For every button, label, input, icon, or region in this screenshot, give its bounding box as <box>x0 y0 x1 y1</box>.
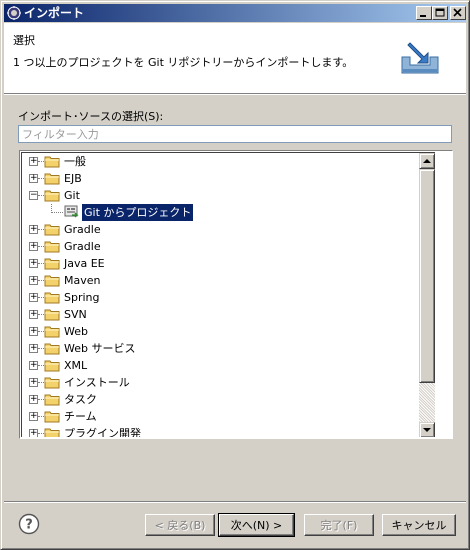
tree-item[interactable]: + 一般 <box>22 153 418 170</box>
maximize-button[interactable] <box>432 6 448 20</box>
back-button[interactable]: < 戻る(B) <box>145 514 215 536</box>
tree-item-label: プラグイン開発 <box>64 427 141 437</box>
tree-item-label: Maven <box>64 274 101 287</box>
title-bar[interactable]: インポート <box>4 4 466 22</box>
scroll-down-button[interactable] <box>419 422 435 437</box>
expand-icon[interactable]: + <box>29 293 38 302</box>
tree-item[interactable]: + SVN <box>22 306 418 323</box>
import-wizard-icon <box>401 42 439 74</box>
expand-icon[interactable]: + <box>29 361 38 370</box>
arrow-up-icon <box>423 159 431 163</box>
tree-item[interactable]: + Maven <box>22 272 418 289</box>
expand-icon[interactable]: + <box>29 429 38 437</box>
tree-item-label: Gradle <box>64 240 101 253</box>
window-title: インポート <box>24 6 85 20</box>
tree-item[interactable]: + Java EE <box>22 255 418 272</box>
minimize-icon <box>420 15 426 17</box>
page-description: 1 つ以上のプロジェクトを Git リポジトリーからインポートします。 <box>13 56 354 69</box>
tree-item[interactable]: + Web <box>22 323 418 340</box>
expand-icon[interactable]: + <box>29 276 38 285</box>
next-button[interactable]: 次へ(N) > <box>218 513 295 537</box>
expand-icon[interactable]: + <box>29 378 38 387</box>
tree-child-item[interactable]: Git からプロジェクト <box>22 204 418 221</box>
scroll-thumb[interactable] <box>419 169 435 383</box>
help-icon[interactable]: ? <box>18 513 40 535</box>
import-source-label: インポート･ソースの選択(S): <box>18 110 164 123</box>
expand-icon[interactable]: + <box>29 310 38 319</box>
eclipse-app-icon <box>7 6 21 20</box>
folder-icon <box>44 426 60 437</box>
scroll-up-button[interactable] <box>419 153 435 169</box>
tree-item-label: Git からプロジェクト <box>82 204 194 221</box>
tree-item-label: インストール <box>64 376 130 389</box>
header-separator <box>4 94 466 95</box>
arrow-down-icon <box>423 428 431 432</box>
tree-item[interactable]: + プラグイン開発 <box>22 425 418 437</box>
tree-item[interactable]: − Git <box>22 187 418 204</box>
expand-icon[interactable]: + <box>29 157 38 166</box>
close-button[interactable] <box>450 6 466 20</box>
import-source-tree: + 一般 + EJB − Git Git からプロジェクト + Gradle + Gradle + Ja… <box>19 150 453 439</box>
tree-item[interactable]: + Gradle <box>22 238 418 255</box>
tree-item[interactable]: + EJB <box>22 170 418 187</box>
tree-item[interactable]: + XML <box>22 357 418 374</box>
tree-item[interactable]: + チーム <box>22 408 418 425</box>
tree-item-label: Spring <box>64 291 100 304</box>
collapse-icon[interactable]: − <box>29 191 38 200</box>
footer-separator-highlight <box>4 502 466 503</box>
page-title: 選択 <box>13 34 35 47</box>
tree-item-label: Web サービス <box>64 342 136 355</box>
tree-item[interactable]: + インストール <box>22 374 418 391</box>
tree-item-label: XML <box>64 359 88 372</box>
expand-icon[interactable]: + <box>29 174 38 183</box>
tree-item-label: タスク <box>64 393 97 406</box>
tree-item-label: Git <box>64 189 80 202</box>
minimize-button[interactable] <box>416 6 432 20</box>
tree-item-label: 一般 <box>64 155 86 168</box>
close-icon <box>453 8 462 17</box>
svg-text:?: ? <box>25 518 33 533</box>
expand-icon[interactable]: + <box>29 259 38 268</box>
filter-input[interactable] <box>18 125 452 143</box>
expand-icon[interactable]: + <box>29 412 38 421</box>
tree-connector <box>51 212 63 213</box>
expand-icon[interactable]: + <box>29 242 38 251</box>
wizard-header: 選択 1 つ以上のプロジェクトを Git リポジトリーからインポートします。 <box>4 23 466 94</box>
vertical-scrollbar[interactable] <box>419 153 435 437</box>
tree-item-label: Web <box>64 325 88 338</box>
expand-icon[interactable]: + <box>29 327 38 336</box>
maximize-icon <box>435 8 445 17</box>
expand-icon[interactable]: + <box>29 225 38 234</box>
tree-item[interactable]: + Spring <box>22 289 418 306</box>
tree-item[interactable]: + Web サービス <box>22 340 418 357</box>
finish-button[interactable]: 完了(F) <box>304 514 374 536</box>
tree-item[interactable]: + タスク <box>22 391 418 408</box>
tree-item-label: Gradle <box>64 223 101 236</box>
tree-item-label: チーム <box>64 410 97 423</box>
expand-icon[interactable]: + <box>29 395 38 404</box>
expand-icon[interactable]: + <box>29 344 38 353</box>
scroll-track[interactable] <box>419 383 435 422</box>
tree-item[interactable]: + Gradle <box>22 221 418 238</box>
cancel-button[interactable]: キャンセル <box>382 514 456 536</box>
tree-item-label: SVN <box>64 308 87 321</box>
import-dialog: インポート 選択 1 つ以上のプロジェクトを Git リポジトリーからインポート… <box>0 0 470 550</box>
tree-item-label: EJB <box>64 172 82 185</box>
tree-viewport: + 一般 + EJB − Git Git からプロジェクト + Gradle + Gradle + Ja… <box>21 152 435 437</box>
tree-item-label: Java EE <box>64 257 105 270</box>
